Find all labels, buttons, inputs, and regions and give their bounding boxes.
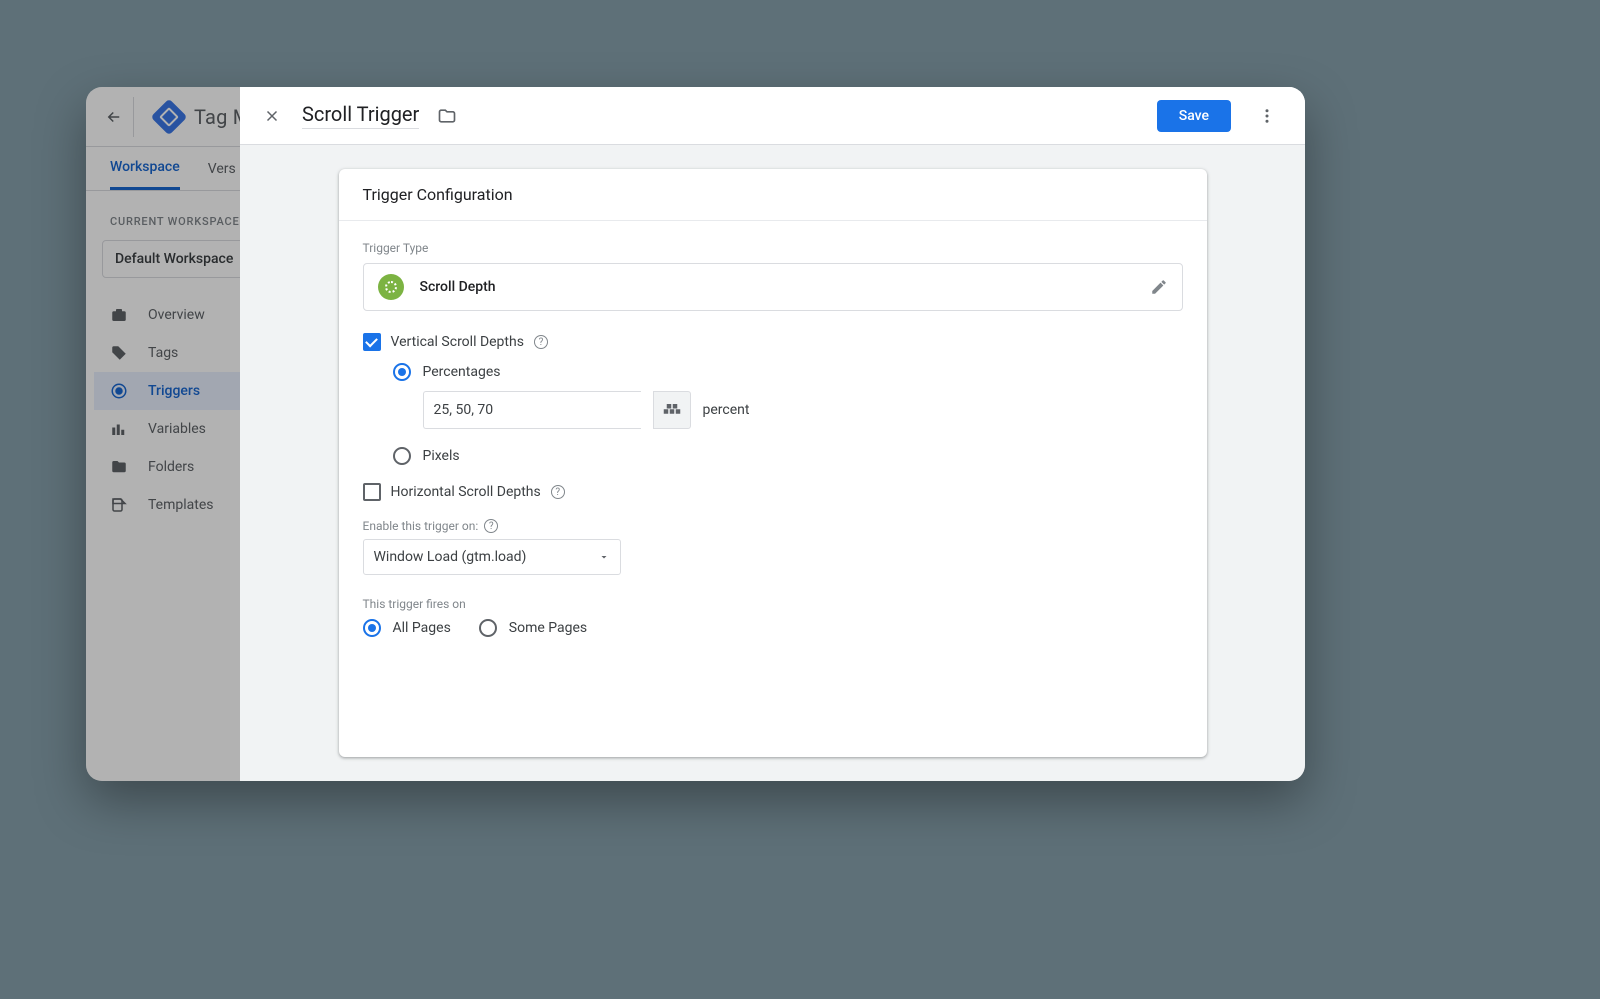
percentages-input[interactable] (423, 391, 641, 429)
trigger-editor-panel: Scroll Trigger Save Trigger Configuratio… (240, 87, 1305, 781)
trigger-type-name: Scroll Depth (420, 279, 1134, 295)
pencil-icon[interactable] (1150, 278, 1168, 296)
fires-on-label: This trigger fires on (363, 597, 1183, 611)
pixels-radio[interactable] (393, 447, 411, 465)
scroll-depth-icon (378, 274, 404, 300)
pixels-label: Pixels (423, 448, 460, 464)
percentages-radio[interactable] (393, 363, 411, 381)
horizontal-scroll-label: Horizontal Scroll Depths (391, 484, 541, 500)
all-pages-radio[interactable] (363, 619, 381, 637)
more-vert-icon (1258, 107, 1276, 125)
help-icon[interactable]: ? (534, 335, 548, 349)
trigger-type-selector[interactable]: Scroll Depth (363, 263, 1183, 311)
more-menu-button[interactable] (1249, 98, 1285, 134)
horizontal-scroll-checkbox[interactable] (363, 483, 381, 501)
trigger-config-card: Trigger Configuration Trigger Type Scrol… (339, 169, 1207, 757)
panel-header: Scroll Trigger Save (240, 87, 1305, 145)
close-icon (263, 107, 281, 125)
percent-unit-label: percent (703, 402, 750, 418)
help-icon[interactable]: ? (484, 519, 498, 533)
vertical-scroll-checkbox[interactable] (363, 333, 381, 351)
help-icon[interactable]: ? (551, 485, 565, 499)
folder-icon[interactable] (437, 106, 457, 126)
enable-trigger-value: Window Load (gtm.load) (374, 549, 527, 565)
percentages-label: Percentages (423, 364, 501, 380)
close-button[interactable] (260, 104, 284, 128)
enable-trigger-select[interactable]: Window Load (gtm.load) (363, 539, 621, 575)
variable-picker-button[interactable] (653, 391, 691, 429)
trigger-name-input[interactable]: Scroll Trigger (302, 102, 419, 129)
save-button[interactable]: Save (1157, 100, 1231, 132)
enable-trigger-label: Enable this trigger on: (363, 519, 479, 533)
brick-icon (663, 403, 681, 417)
all-pages-label: All Pages (393, 620, 451, 636)
card-header: Trigger Configuration (339, 169, 1207, 221)
some-pages-label: Some Pages (509, 620, 587, 636)
some-pages-radio[interactable] (479, 619, 497, 637)
chevron-down-icon (598, 551, 610, 563)
trigger-type-label: Trigger Type (363, 241, 1183, 255)
vertical-scroll-label: Vertical Scroll Depths (391, 334, 524, 350)
